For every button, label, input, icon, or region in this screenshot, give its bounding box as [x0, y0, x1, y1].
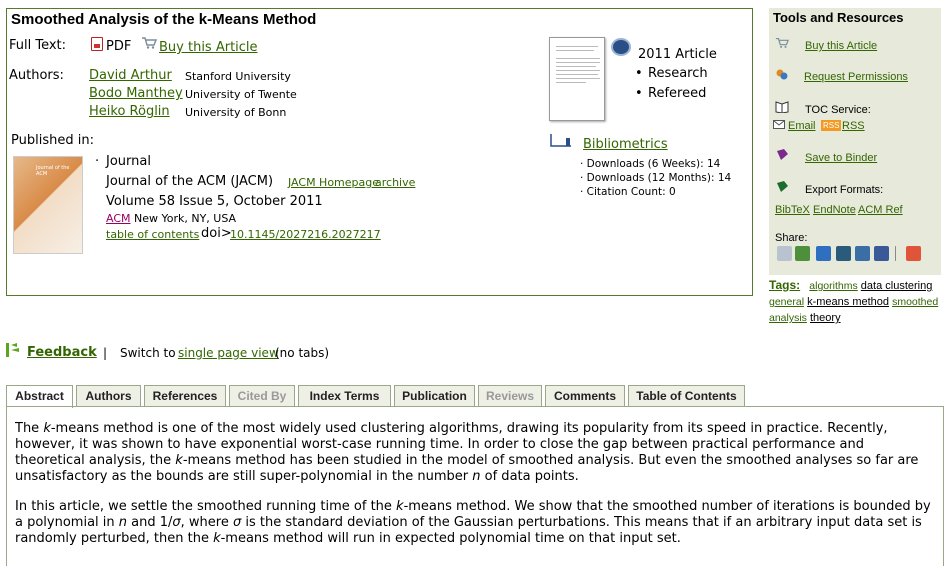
tools-sidebar: Tools and Resources Buy this Article Req… — [769, 8, 941, 275]
google-share-icon[interactable] — [795, 246, 810, 261]
article-attribute: Refereed — [648, 86, 707, 101]
article-title: Smoothed Analysis of the k-Means Method — [11, 11, 317, 28]
bullet-dot: • — [635, 86, 643, 101]
publisher-link[interactable]: ACM — [106, 212, 131, 225]
author-link[interactable]: Heiko Röglin — [89, 104, 170, 119]
delicious-share-icon[interactable] — [855, 246, 870, 261]
rss-icon[interactable]: RSS — [821, 120, 842, 131]
acm-logo-icon — [611, 38, 631, 56]
cart-icon[interactable] — [775, 36, 789, 49]
cart-icon[interactable] — [141, 36, 157, 49]
tags-section: Tags: algorithms data clustering general… — [769, 277, 944, 326]
tab-table-of-contents[interactable]: Table of Contents — [628, 385, 745, 407]
abstract-paragraph: In this article, we settle the smoothed … — [15, 499, 931, 546]
toc-link[interactable]: table of contents — [106, 228, 199, 241]
tag-link[interactable]: data clustering — [861, 280, 933, 292]
pdf-icon[interactable] — [91, 37, 103, 51]
abstract-paragraph: The k-means method is one of the most wi… — [15, 421, 919, 484]
tab-cited-by[interactable]: Cited By — [229, 385, 295, 407]
binder-icon — [777, 149, 788, 160]
feedback-icon[interactable] — [5, 342, 21, 358]
tag-link[interactable]: k-means method — [807, 296, 889, 308]
tab-comments[interactable]: Comments — [545, 385, 625, 407]
article-thumbnail[interactable] — [549, 37, 605, 121]
journal-name: Journal of the ACM (JACM) — [106, 174, 274, 189]
feedback-link[interactable]: Feedback — [27, 345, 97, 360]
tab-index-terms[interactable]: Index Terms — [298, 385, 391, 407]
export-icon — [777, 181, 788, 192]
bibliometrics-link[interactable]: Bibliometrics — [583, 137, 668, 152]
email-icon[interactable] — [773, 120, 785, 129]
no-tabs-text: (no tabs) — [275, 346, 330, 360]
abstract-panel: The k-means method is one of the most wi… — [6, 406, 944, 566]
author-affiliation: University of Twente — [185, 88, 297, 101]
article-attribute: Research — [648, 66, 708, 81]
pdf-link[interactable]: PDF — [106, 39, 131, 54]
feedback-separator: | — [103, 346, 108, 360]
tab-publication[interactable]: Publication — [394, 385, 475, 407]
full-text-label: Full Text: — [9, 38, 67, 53]
book-icon — [775, 101, 789, 113]
save-to-binder-link[interactable]: Save to Binder — [805, 152, 877, 164]
bullet-dot: • — [635, 66, 643, 81]
tab-authors[interactable]: Authors — [76, 385, 141, 407]
article-info-box: Smoothed Analysis of the k-Means Method … — [6, 8, 753, 296]
buy-article-link[interactable]: Buy this Article — [159, 40, 258, 55]
bibliometrics-chart-icon — [550, 134, 571, 147]
journal-cover-image: Journal of the ACM — [13, 156, 83, 254]
toc-email-link[interactable]: Email — [788, 120, 816, 132]
bullet-dot: · — [95, 154, 100, 169]
author-affiliation: University of Bonn — [185, 106, 287, 119]
bibliometric-line: · Downloads (6 Weeks): 14 — [580, 158, 721, 170]
author-link[interactable]: David Arthur — [89, 68, 172, 83]
author-affiliation: Stanford University — [185, 70, 291, 83]
published-in-label: Published in: — [11, 133, 94, 148]
tag-link[interactable]: theory — [810, 312, 841, 324]
tag-link[interactable]: general — [769, 296, 804, 308]
volume-issue: Volume 58 Issue 5, October 2011 — [106, 194, 323, 209]
share-divider — [895, 246, 896, 261]
more-share-icon[interactable] — [906, 246, 921, 261]
tab-reviews[interactable]: Reviews — [478, 385, 542, 407]
author-link[interactable]: Bodo Manthey — [89, 86, 183, 101]
sidebar-title: Tools and Resources — [773, 10, 904, 25]
tab-references[interactable]: References — [144, 385, 226, 407]
tab-abstract[interactable]: Abstract — [6, 385, 73, 408]
bibliometric-line: · Downloads (12 Months): 14 — [580, 172, 732, 184]
slashdot-share-icon[interactable] — [836, 246, 851, 261]
toc-rss-link[interactable]: RSS — [842, 120, 865, 132]
tags-label[interactable]: Tags: — [769, 278, 800, 292]
list-share-icon[interactable] — [816, 246, 831, 261]
export-endnote-link[interactable]: EndNote — [813, 204, 856, 216]
doi-label: doi> — [201, 226, 232, 241]
authors-label: Authors: — [9, 68, 64, 83]
archive-link[interactable]: archive — [375, 176, 415, 189]
switch-text: Switch to — [120, 346, 176, 360]
doi-link[interactable]: 10.1145/2027216.2027217 — [230, 228, 381, 241]
export-bibtex-link[interactable]: BibTeX — [775, 204, 810, 216]
journal-homepage-link[interactable]: JACM Homepage — [288, 176, 379, 189]
bibliometric-line: · Citation Count: 0 — [580, 186, 676, 198]
email-share-icon[interactable] — [777, 246, 792, 261]
journal-cover-text: Journal of the ACM — [36, 165, 70, 177]
toc-service-label: TOC Service: — [805, 104, 871, 116]
publisher-location: New York, NY, USA — [134, 212, 237, 225]
article-year-type: 2011 Article — [638, 47, 717, 62]
sidebar-buy-link[interactable]: Buy this Article — [805, 40, 877, 52]
single-page-view-link[interactable]: single page view — [178, 346, 279, 360]
tag-link[interactable]: algorithms — [809, 280, 857, 292]
export-acmref-link[interactable]: ACM Ref — [858, 204, 903, 216]
share-label: Share: — [775, 232, 808, 244]
request-permissions-link[interactable]: Request Permissions — [804, 71, 908, 83]
export-formats-label: Export Formats: — [805, 184, 884, 196]
publication-type: Journal — [106, 154, 151, 169]
facebook-share-icon[interactable] — [874, 246, 889, 261]
permissions-icon — [776, 69, 788, 80]
